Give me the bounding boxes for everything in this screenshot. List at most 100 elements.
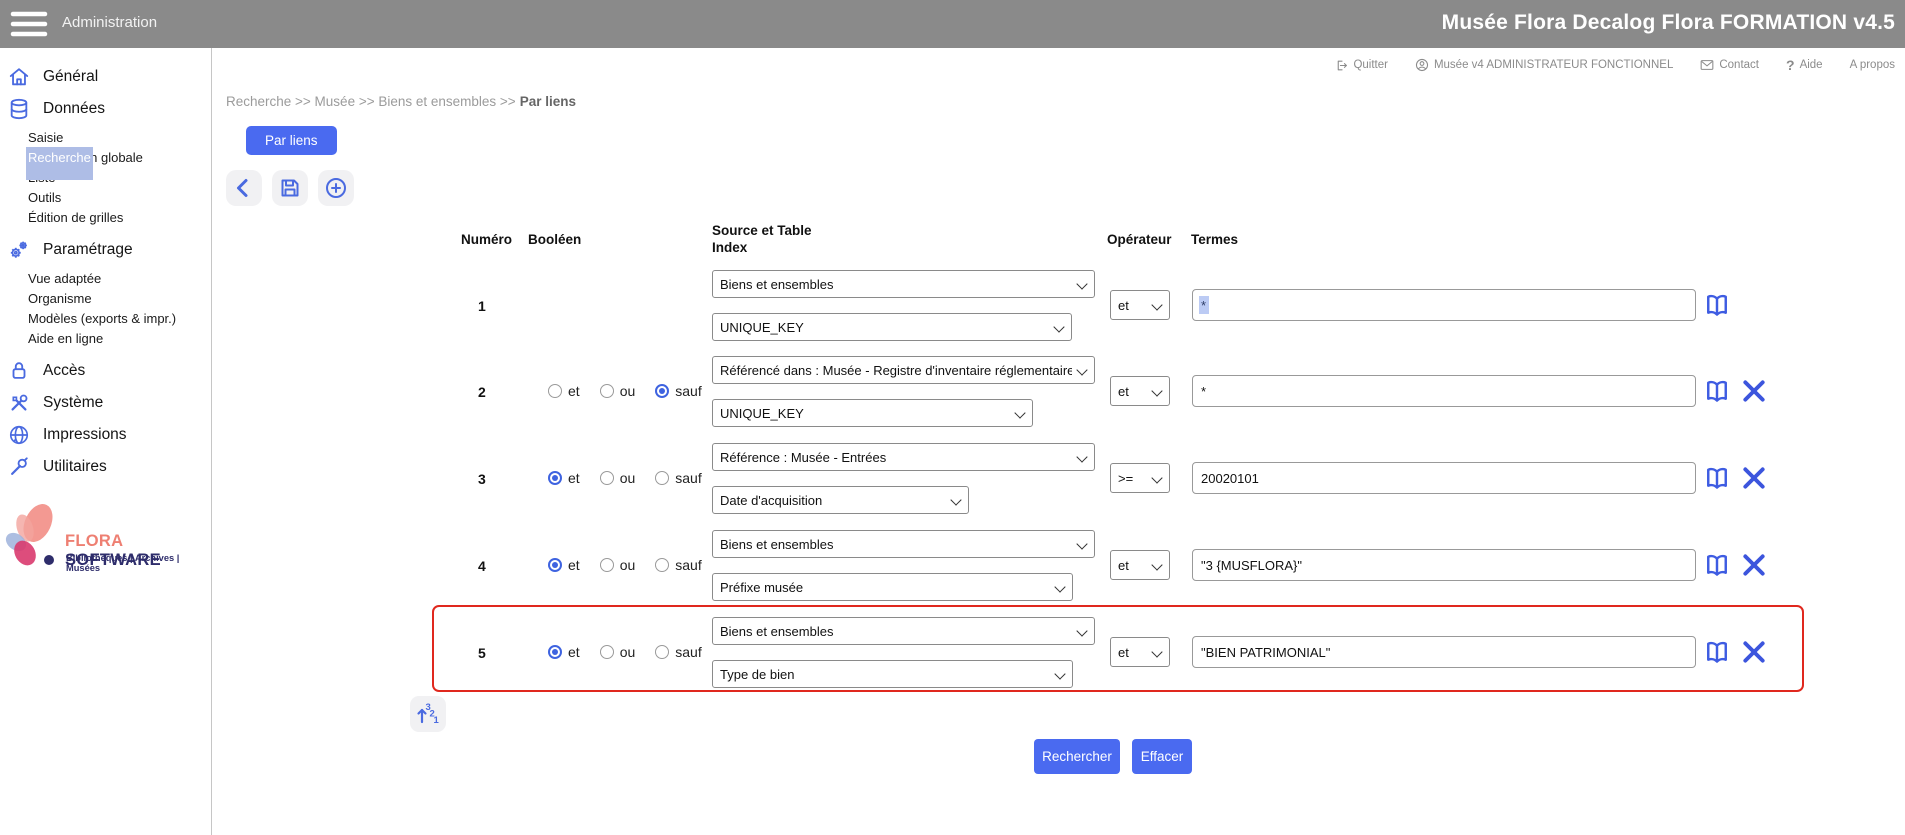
index-select-wrap: UNIQUE_KEY [712,399,1033,427]
termes-input[interactable] [1192,375,1696,407]
radio-et-label: et [568,383,580,399]
sort-criteria-button[interactable]: 321 [410,696,446,732]
operator-select[interactable]: et [1110,376,1170,406]
sidebar-item-outils[interactable]: Outils [26,187,211,207]
operator-select-wrap: >= [1110,463,1170,493]
header-operateur: Opérateur [1107,232,1172,247]
radio-ou[interactable] [600,645,614,659]
effacer-button[interactable]: Effacer [1132,739,1192,774]
contact-link[interactable]: Contact [1700,59,1759,71]
aide-link[interactable]: ? Aide [1786,57,1823,73]
apropos-link[interactable]: A propos [1850,59,1895,71]
quitter-link[interactable]: Quitter [1335,59,1388,72]
sidebar-item-parametrage[interactable]: Paramétrage [0,234,211,266]
source-select-wrap: Biens et ensembles [712,270,1095,298]
app-label: Administration [62,14,157,31]
source-select[interactable]: Biens et ensembles [712,617,1095,645]
radio-et[interactable] [548,471,562,485]
radio-sauf[interactable] [655,645,669,659]
index-browse-icon[interactable] [1703,464,1731,492]
row-number: 4 [478,558,500,574]
top-bar: Administration Musée Flora Decalog Flora… [0,0,1905,48]
boolean-radio-group: et ou sauf [548,383,702,399]
save-button[interactable] [272,170,308,206]
operator-select-wrap: et [1110,550,1170,580]
source-select-wrap: Biens et ensembles [712,617,1095,645]
row-number: 5 [478,645,500,661]
index-select[interactable]: Préfixe musée [712,573,1073,601]
sidebar-item-saisie[interactable]: Saisie [26,127,211,147]
radio-et[interactable] [548,558,562,572]
operator-select[interactable]: et [1110,550,1170,580]
operator-select[interactable]: et [1110,637,1170,667]
radio-ou-label: ou [620,383,636,399]
radio-sauf[interactable] [655,471,669,485]
termes-input[interactable] [1192,636,1696,668]
sidebar-item-recherche[interactable]: Recherche [26,147,93,180]
tab-par-liens[interactable]: Par liens [246,126,337,155]
criteria-row-5: 5 et ou sauf Biens et ensembles Type de … [0,617,1905,703]
source-select[interactable]: Biens et ensembles [712,530,1095,558]
delete-row-icon[interactable] [1741,378,1767,404]
delete-row-icon[interactable] [1741,639,1767,665]
user-menu[interactable]: Musée v4 ADMINISTRATEUR FONCTIONNEL [1415,58,1673,72]
radio-et-label: et [568,557,580,573]
operator-select[interactable]: et [1110,290,1170,320]
index-browse-icon[interactable] [1703,291,1731,319]
sidebar-item-donnees[interactable]: Données [0,93,211,125]
rechercher-button[interactable]: Rechercher [1034,739,1120,774]
radio-ou[interactable] [600,384,614,398]
radio-sauf[interactable] [655,384,669,398]
sidebar-item-general[interactable]: Général [0,61,211,93]
hamburger-menu-icon[interactable] [10,8,48,40]
index-browse-icon[interactable] [1703,638,1731,666]
radio-et-label: et [568,644,580,660]
termes-input[interactable] [1192,462,1696,494]
radio-ou[interactable] [600,558,614,572]
index-browse-icon[interactable] [1703,551,1731,579]
operator-select-wrap: et [1110,376,1170,406]
radio-et-label: et [568,470,580,486]
index-browse-icon[interactable] [1703,377,1731,405]
radio-sauf[interactable] [655,558,669,572]
row-number: 3 [478,471,500,487]
source-select[interactable]: Biens et ensembles [712,270,1095,298]
delete-row-icon[interactable] [1741,552,1767,578]
breadcrumb-current: Par liens [520,94,576,109]
termes-input[interactable] [1192,289,1696,321]
radio-sauf-label: sauf [675,383,701,399]
index-select-wrap: Date d'acquisition [712,486,969,514]
header-source-index: Source et TableIndex [712,222,812,256]
radio-ou-label: ou [620,470,636,486]
criteria-row-1: 1 et ou sauf Biens et ensembles UNIQUE_K… [0,270,1905,356]
database-icon [8,98,30,120]
chevron-left-icon [232,176,256,200]
row-number: 2 [478,384,500,400]
radio-sauf-label: sauf [675,557,701,573]
index-select[interactable]: Type de bien [712,660,1073,688]
radio-ou[interactable] [600,471,614,485]
termes-input[interactable] [1192,549,1696,581]
source-select-wrap: Référence : Musée - Entrées [712,443,1095,471]
delete-row-icon[interactable] [1741,465,1767,491]
source-select-wrap: Référencé dans : Musée - Registre d'inve… [712,356,1095,384]
add-criteria-button[interactable] [318,170,354,206]
donnees-submenu: Saisie Recherche Modification globale Li… [26,127,211,227]
back-button[interactable] [226,170,262,206]
index-select[interactable]: UNIQUE_KEY [712,399,1033,427]
index-select-wrap: UNIQUE_KEY [712,313,1072,341]
header-booleen: Booléen [528,232,581,247]
index-select[interactable]: Date d'acquisition [712,486,969,514]
gears-icon [8,239,30,261]
source-select[interactable]: Référencé dans : Musée - Registre d'inve… [712,356,1095,384]
operator-select[interactable]: >= [1110,463,1170,493]
operator-select-wrap: et [1110,637,1170,667]
radio-et[interactable] [548,645,562,659]
home-icon [8,66,30,88]
source-select[interactable]: Référence : Musée - Entrées [712,443,1095,471]
radio-et[interactable] [548,384,562,398]
index-select[interactable]: UNIQUE_KEY [712,313,1072,341]
sidebar-item-edition-de-grilles[interactable]: Édition de grilles [26,207,211,227]
sort-numeric-icon: 321 [415,701,441,727]
criteria-row-4: 4 et ou sauf Biens et ensembles Préfixe … [0,530,1905,616]
